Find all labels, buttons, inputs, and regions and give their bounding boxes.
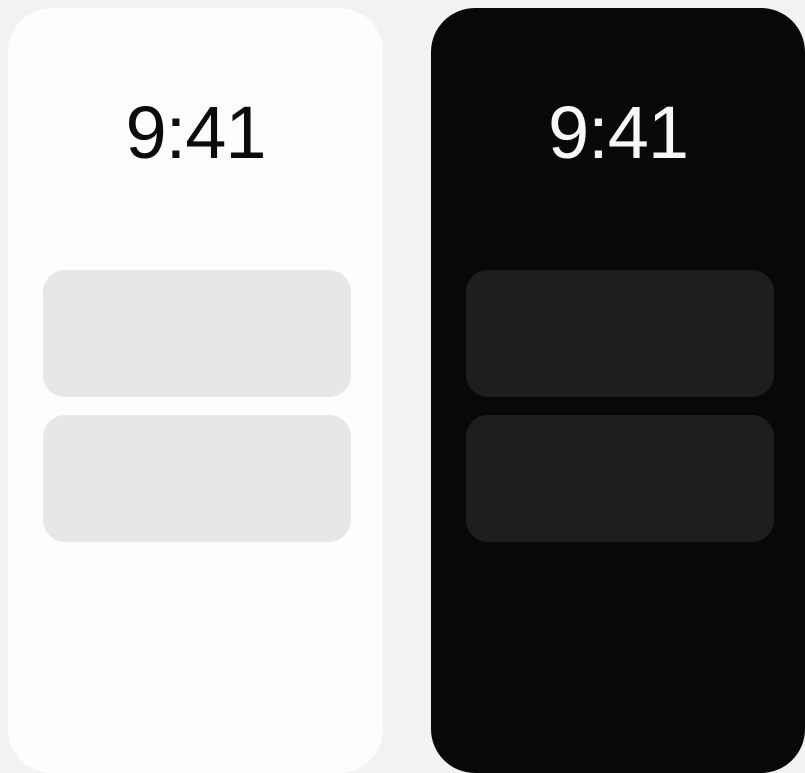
lock-screen-clock: 9:41 xyxy=(125,91,266,174)
notification-placeholder-2[interactable] xyxy=(43,415,351,542)
notification-placeholder-2[interactable] xyxy=(466,415,774,542)
lock-screen-clock: 9:41 xyxy=(547,91,689,174)
notification-placeholder-1[interactable] xyxy=(466,270,774,397)
notification-placeholder-1[interactable] xyxy=(43,270,351,397)
comparison-stage: 9:41 9:41 xyxy=(0,0,805,773)
dark-mode-lock-screen: 9:41 xyxy=(431,8,805,773)
light-mode-lock-screen: 9:41 xyxy=(8,8,383,773)
